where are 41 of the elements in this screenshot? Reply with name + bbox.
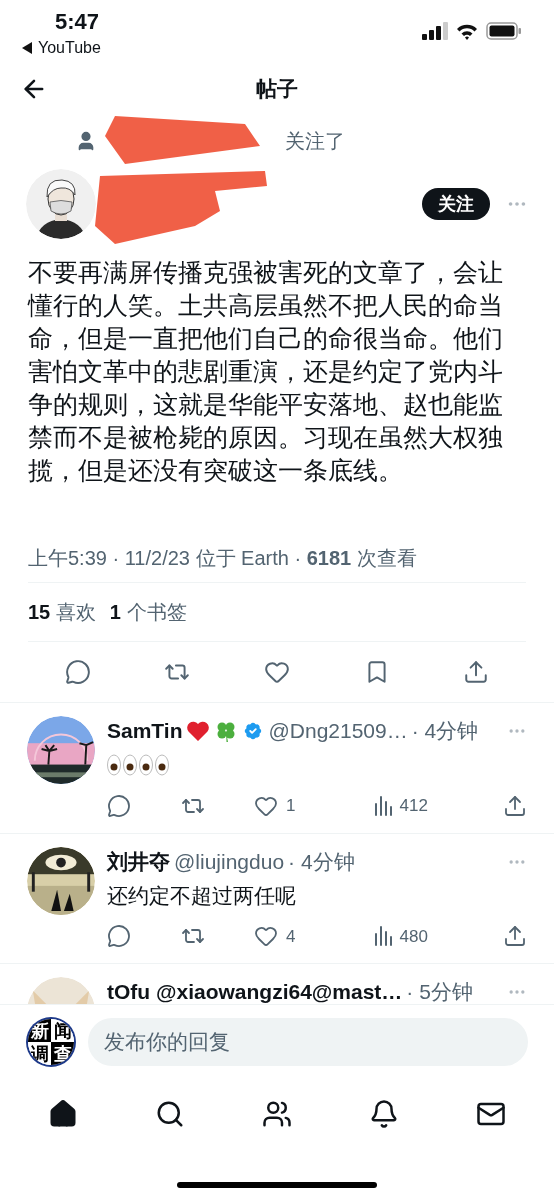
reply-icon[interactable]: [107, 793, 131, 818]
post-meta: 上午5:39 · 11/2/23 位于 Earth · 6181 次查看: [28, 545, 417, 571]
back-triangle-icon[interactable]: [22, 42, 32, 54]
home-icon[interactable]: [48, 1099, 79, 1129]
followed-by-text: 关注了: [285, 129, 345, 154]
eyes-drawing: [107, 754, 169, 776]
battery-icon: [486, 22, 522, 40]
like-icon[interactable]: [254, 924, 278, 949]
reply-handle: @Dng21509…: [268, 718, 408, 745]
post-text: 不要再满屏传播克强被害死的文章了，会让懂行的人笑。土共高层虽然不把人民的命当命，但是一直把他们自己的命很当命。他们害怕文革中的悲剧重演，还是约定了党内斗争的规则，这就是华能平安落地、赵也能监禁而不是被枪毙的原因。习现在虽然大权独揽，但是还没有突破这一条底线。: [28, 257, 504, 486]
reply-icon[interactable]: [107, 924, 131, 949]
reply-time: · 4分钟: [411, 718, 479, 745]
like-count: 1: [286, 795, 296, 817]
engagement-count[interactable]: 15 喜欢: [28, 597, 96, 627]
views-icon[interactable]: [373, 926, 392, 947]
reply-input-field[interactable]: 发布你的回复: [88, 1018, 528, 1066]
reply-time: · 4分钟: [288, 848, 355, 875]
signal-icon: [422, 22, 448, 40]
clock: 5:47: [55, 8, 101, 36]
reply-text: 还约定不超过两任呢: [107, 882, 296, 909]
view-count: 412: [399, 795, 428, 817]
page-title: 帖子: [256, 76, 298, 103]
views-icon[interactable]: [373, 795, 392, 816]
share-icon[interactable]: [503, 924, 527, 949]
reply-time: · 5分钟: [406, 979, 473, 1004]
reply-icon[interactable]: [64, 659, 91, 685]
reply-handle: @liujingduo: [174, 848, 285, 875]
heart-icon: [186, 720, 211, 742]
engagement-count[interactable]: 1 个书签: [109, 597, 187, 627]
people-icon[interactable]: [262, 1099, 292, 1129]
follow-button[interactable]: 关注: [422, 188, 490, 220]
share-icon[interactable]: [463, 659, 490, 685]
back-to-app-link[interactable]: YouTube: [38, 36, 101, 60]
view-count: 480: [399, 925, 428, 948]
reply-author-name: tOfu @xiaowangzi64@mast…: [107, 979, 403, 1004]
like-count: 4: [286, 925, 296, 948]
reply-author-name: SamTin: [107, 718, 183, 745]
share-icon[interactable]: [503, 793, 527, 818]
wifi-icon: [456, 22, 478, 40]
like-icon[interactable]: [264, 659, 290, 685]
reply-author-name: 刘井夺: [107, 848, 170, 875]
